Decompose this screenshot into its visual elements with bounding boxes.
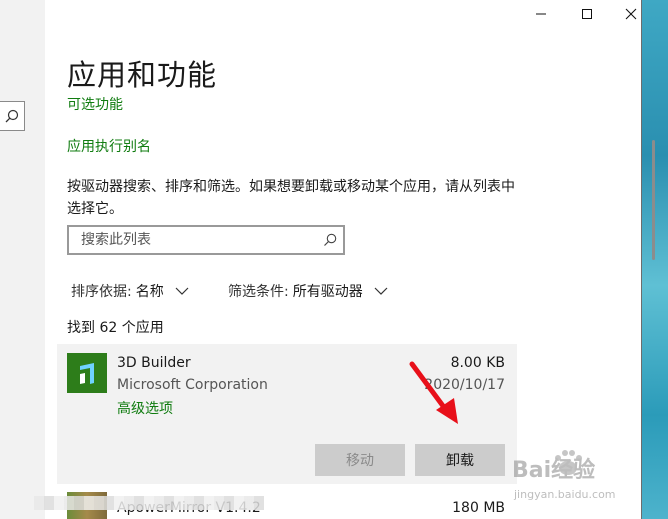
app-aliases-link[interactable]: 应用执行别名 (67, 136, 151, 156)
sidebar-edge (0, 0, 45, 519)
sort-dropdown[interactable]: 排序依据: 名称 (71, 281, 190, 301)
description-text: 按驱动器搜索、排序和筛选。如果想要卸载或移动某个应用，请从列表中选择它。 (67, 179, 515, 217)
search-icon (5, 109, 19, 123)
close-icon (625, 8, 637, 20)
desktop-background (642, 0, 668, 519)
filter-value: 所有驱动器 (292, 284, 363, 300)
advanced-options-link[interactable]: 高级选项 (117, 398, 173, 418)
watermark-brand: Bai经验 (512, 458, 596, 483)
minimize-icon (536, 13, 546, 15)
baidu-jingyan-watermark: Bai经验 jingyan.baidu.com (510, 440, 640, 510)
maximize-icon (582, 9, 592, 19)
sort-value: 名称 (135, 284, 164, 300)
app-search-box[interactable] (67, 225, 345, 255)
settings-search-box[interactable] (0, 101, 25, 131)
sort-label: 排序依据: (71, 284, 132, 300)
result-count: 找到 62 个应用 (67, 320, 164, 336)
chevron-down-icon (175, 287, 189, 295)
app-publisher: Microsoft Corporation (117, 377, 268, 393)
watermark-url: jingyan.baidu.com (514, 488, 616, 501)
page-title: 应用和功能 (67, 58, 218, 92)
app-search-input[interactable] (79, 231, 313, 249)
chevron-down-icon (374, 287, 388, 295)
pixelated-overlay (34, 496, 264, 510)
uninstall-button[interactable]: 卸载 (415, 444, 505, 476)
search-icon (324, 233, 337, 246)
app-name: 3D Builder (117, 355, 191, 371)
3d-builder-app-icon (67, 353, 107, 393)
filter-dropdown[interactable]: 筛选条件: 所有驱动器 (228, 281, 389, 301)
app-size: 180 MB (452, 500, 505, 516)
annotation-arrow-icon (409, 361, 458, 424)
minimize-button[interactable] (518, 0, 564, 28)
move-button[interactable]: 移动 (315, 444, 405, 476)
optional-features-link[interactable]: 可选功能 (67, 94, 123, 114)
maximize-button[interactable] (564, 0, 610, 28)
filter-label: 筛选条件: (228, 284, 289, 300)
scrollbar[interactable] (652, 140, 655, 260)
